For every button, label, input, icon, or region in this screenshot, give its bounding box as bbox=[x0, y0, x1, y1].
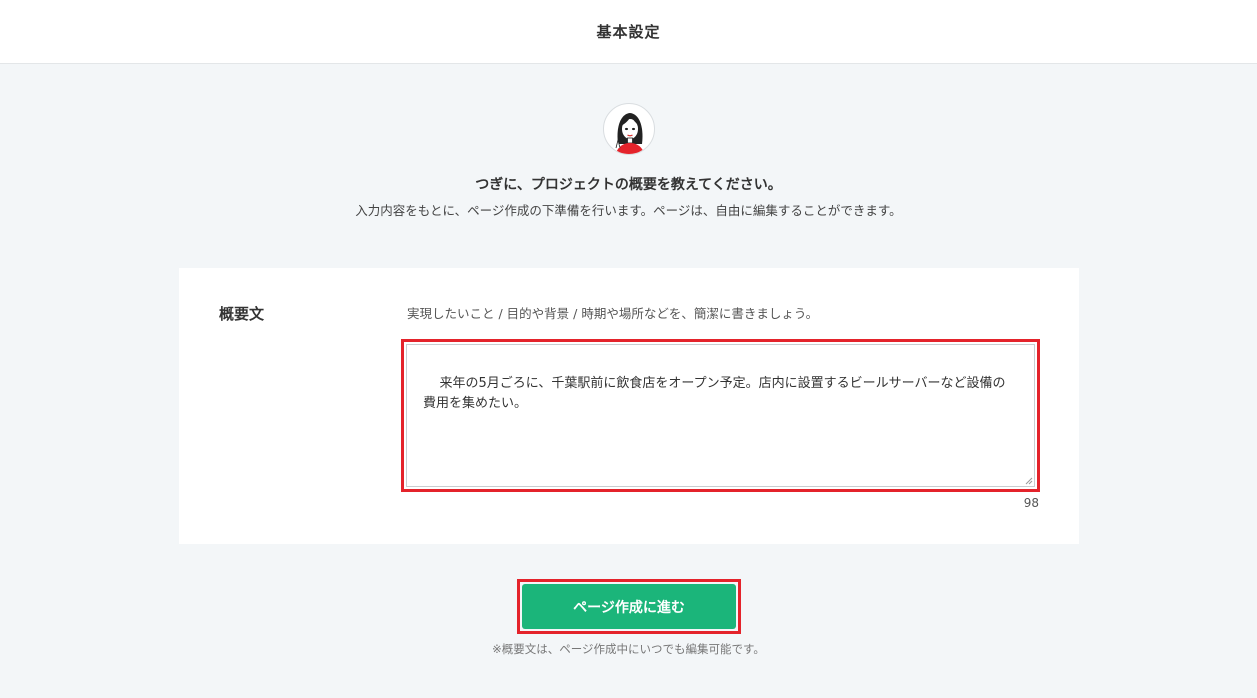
proceed-to-page-creation-button[interactable]: ページ作成に進む bbox=[522, 584, 736, 629]
woman-avatar-icon bbox=[603, 103, 655, 155]
summary-form-card: 概要文 実現したいこと / 目的や背景 / 時期や場所などを、簡潔に書きましょう… bbox=[179, 268, 1079, 544]
page-title: 基本設定 bbox=[596, 23, 661, 41]
summary-textarea[interactable]: 来年の5月ごろに、千葉駅前に飲食店をオープン予定。店内に設置するビールサーバーな… bbox=[406, 344, 1035, 487]
intro-heading: つぎに、プロジェクトの概要を教えてください。 bbox=[475, 177, 782, 193]
resize-handle-icon[interactable] bbox=[1025, 477, 1033, 485]
character-count: 98 bbox=[1023, 496, 1039, 510]
summary-field-label: 概要文 bbox=[219, 305, 265, 323]
summary-textarea-value: 来年の5月ごろに、千葉駅前に飲食店をオープン予定。店内に設置するビールサーバーな… bbox=[423, 376, 1006, 411]
edit-note: ※概要文は、ページ作成中にいつでも編集可能です。 bbox=[492, 642, 765, 656]
intro-subheading: 入力内容をもとに、ページ作成の下準備を行います。ページは、自由に編集することがで… bbox=[355, 203, 902, 218]
top-bar: 基本設定 bbox=[0, 0, 1257, 64]
summary-field-hint: 実現したいこと / 目的や背景 / 時期や場所などを、簡潔に書きましょう。 bbox=[407, 306, 819, 321]
